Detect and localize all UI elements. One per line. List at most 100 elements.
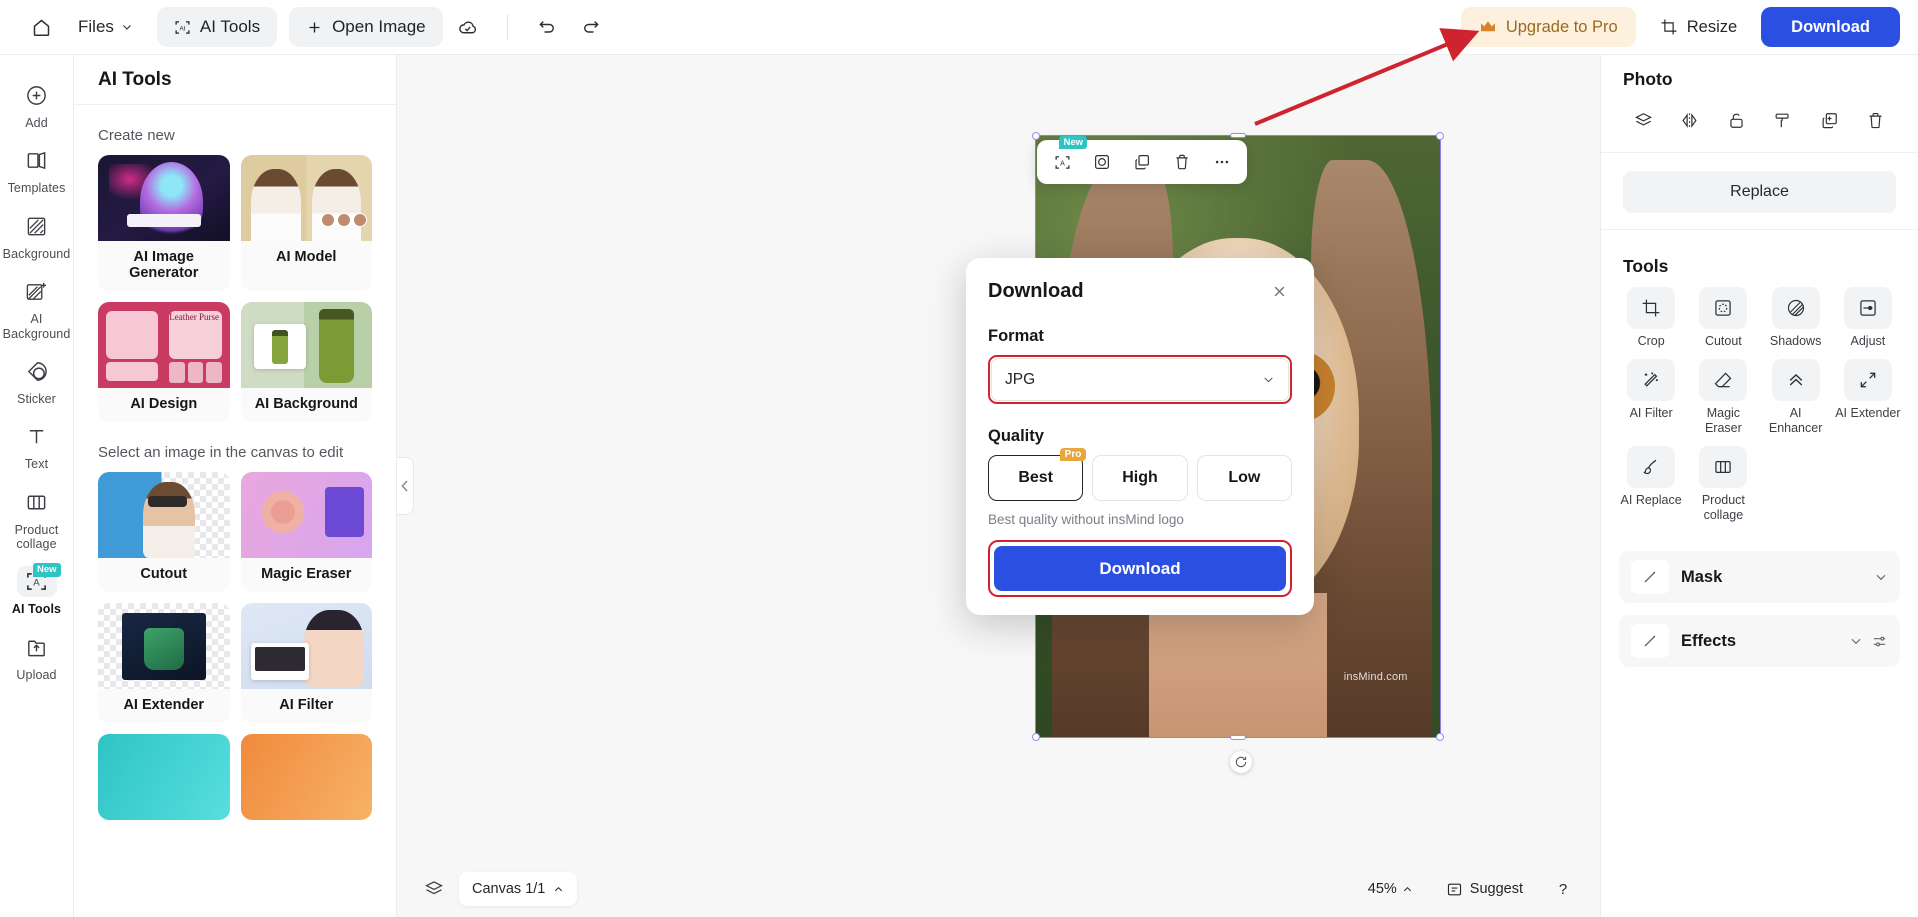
rail-item-ai-background[interactable]: AI Background	[3, 269, 71, 347]
accordion-controls	[1874, 570, 1888, 584]
ai-tools-icon[interactable]: A New	[1043, 136, 1087, 179]
undo-icon[interactable]	[528, 8, 566, 46]
resize-handle-tr[interactable]	[1436, 132, 1444, 140]
upgrade-to-pro-button[interactable]: Upgrade to Pro	[1460, 7, 1636, 47]
zoom-control[interactable]: 45%	[1358, 872, 1423, 906]
ai-tools-icon: AI	[175, 20, 190, 34]
suggest-label: Suggest	[1469, 881, 1523, 897]
quality-label: Quality	[988, 427, 1044, 445]
help-button[interactable]: ?	[1546, 872, 1580, 906]
resize-handle-top[interactable]	[1230, 133, 1246, 138]
card-extra-1[interactable]	[98, 734, 230, 820]
card-ai-image-generator[interactable]: AI Image Generator	[98, 155, 230, 291]
tool-label: AI Enhancer	[1768, 406, 1823, 435]
card-cutout[interactable]: Cutout	[98, 472, 230, 592]
rail-item-text[interactable]: Text	[3, 414, 71, 477]
collapse-panel-toggle[interactable]	[397, 457, 414, 515]
trash-icon[interactable]	[1163, 145, 1201, 179]
home-icon[interactable]	[22, 8, 60, 46]
card-ai-model[interactable]: AI Model	[240, 155, 372, 291]
cloud-check-icon[interactable]	[449, 8, 487, 46]
thumbnail-ai-background	[240, 302, 372, 388]
files-menu[interactable]: Files	[66, 8, 145, 46]
open-image-label: Open Image	[332, 17, 426, 36]
rail-item-add[interactable]: Add	[3, 73, 71, 136]
tool-magic-eraser[interactable]: Magic Eraser	[1689, 359, 1757, 440]
chevron-down-icon[interactable]	[1849, 634, 1863, 648]
download-button[interactable]: Download	[1761, 7, 1900, 47]
quality-label-best: Best	[1018, 469, 1053, 486]
rail-item-ai-tools[interactable]: A New AI Tools	[3, 559, 71, 622]
tool-product-collage[interactable]: Product collage	[1689, 446, 1757, 527]
chevron-down-icon[interactable]	[1874, 570, 1888, 584]
resize-handle-bl[interactable]	[1032, 733, 1040, 741]
mask-icon[interactable]	[1083, 145, 1121, 179]
open-image-button[interactable]: Open Image	[289, 7, 443, 47]
download-highlight: Download	[988, 540, 1292, 597]
tool-label: Adjust	[1850, 334, 1886, 348]
tool-ai-replace[interactable]: AI Replace	[1617, 446, 1685, 527]
rail-item-templates[interactable]: Templates	[3, 138, 71, 201]
rail-label-ai-background: AI Background	[2, 312, 71, 341]
quality-option-best[interactable]: Best Pro	[988, 448, 1087, 501]
modal-download-button[interactable]: Download	[994, 546, 1286, 591]
resize-handle-bottom[interactable]	[1230, 735, 1246, 740]
card-ai-extender[interactable]: AI Extender	[98, 603, 230, 723]
accordion-mask[interactable]: Mask	[1619, 551, 1900, 603]
duplicate-icon[interactable]	[1813, 104, 1845, 136]
lock-icon[interactable]	[1720, 104, 1752, 136]
cutout-icon	[1699, 287, 1748, 329]
card-magic-eraser[interactable]: Magic Eraser	[240, 472, 372, 592]
quality-option-high[interactable]: High	[1092, 455, 1188, 501]
card-extra-2[interactable]	[240, 734, 372, 820]
tool-ai-enhancer[interactable]: AI Enhancer	[1762, 359, 1830, 440]
resize-handle-tl[interactable]	[1032, 132, 1040, 140]
resize-button[interactable]: Resize	[1646, 7, 1751, 47]
paint-roller-icon[interactable]	[1767, 104, 1799, 136]
quality-option-low[interactable]: Low	[1196, 455, 1292, 501]
rail-item-sticker[interactable]: Sticker	[3, 349, 71, 412]
thumbnail-cutout	[98, 472, 230, 558]
rail-label-product-collage: Product collage	[14, 522, 59, 551]
sliders-icon[interactable]	[1871, 633, 1888, 650]
card-ai-design[interactable]: Leather Purse AI Design	[98, 302, 230, 422]
card-ai-filter[interactable]: AI Filter	[240, 603, 372, 723]
tool-adjust[interactable]: Adjust	[1834, 287, 1902, 353]
card-ai-background[interactable]: AI Background	[240, 302, 372, 422]
layers-icon[interactable]	[1627, 104, 1659, 136]
redo-icon[interactable]	[572, 8, 610, 46]
tool-label: Cutout	[1704, 334, 1742, 348]
card-label: AI Extender	[123, 697, 205, 713]
more-icon[interactable]	[1203, 145, 1241, 179]
layers-icon[interactable]	[417, 872, 451, 906]
tool-shadows[interactable]: Shadows	[1762, 287, 1830, 353]
chevron-down-icon	[123, 25, 131, 30]
canvas-pages-selector[interactable]: Canvas 1/1	[459, 872, 578, 906]
tool-ai-extender[interactable]: AI Extender	[1834, 359, 1902, 440]
rail-item-background[interactable]: Background	[3, 204, 71, 267]
rail-item-product-collage[interactable]: Product collage	[3, 480, 71, 558]
photo-actions	[1601, 90, 1918, 153]
rotate-icon[interactable]	[1230, 751, 1252, 773]
trash-icon[interactable]	[1860, 104, 1892, 136]
resize-handle-br[interactable]	[1436, 733, 1444, 741]
tools-title: Tools	[1623, 256, 1669, 276]
format-select[interactable]: JPG	[991, 358, 1289, 401]
tool-label: Magic Eraser	[1704, 406, 1742, 435]
insmind-editor: Files AI AI Tools Open Image Upgrade to …	[0, 0, 1918, 917]
duplicate-icon[interactable]	[1123, 145, 1161, 179]
replace-button[interactable]: Replace	[1623, 171, 1896, 213]
eraser-icon	[1699, 359, 1748, 401]
flip-icon[interactable]	[1674, 104, 1706, 136]
format-label: Format	[988, 327, 1044, 345]
ai-tools-button[interactable]: AI AI Tools	[156, 7, 278, 47]
accordion-effects[interactable]: Effects	[1619, 615, 1900, 667]
thumbnail-ai-model	[240, 155, 372, 241]
upgrade-label: Upgrade to Pro	[1505, 17, 1618, 36]
tool-cutout[interactable]: Cutout	[1689, 287, 1757, 353]
tool-crop[interactable]: Crop	[1617, 287, 1685, 353]
rail-item-upload[interactable]: Upload	[3, 625, 71, 688]
close-icon[interactable]	[1266, 278, 1292, 304]
suggest-button[interactable]: Suggest	[1433, 872, 1536, 906]
tool-ai-filter[interactable]: AI Filter	[1617, 359, 1685, 440]
